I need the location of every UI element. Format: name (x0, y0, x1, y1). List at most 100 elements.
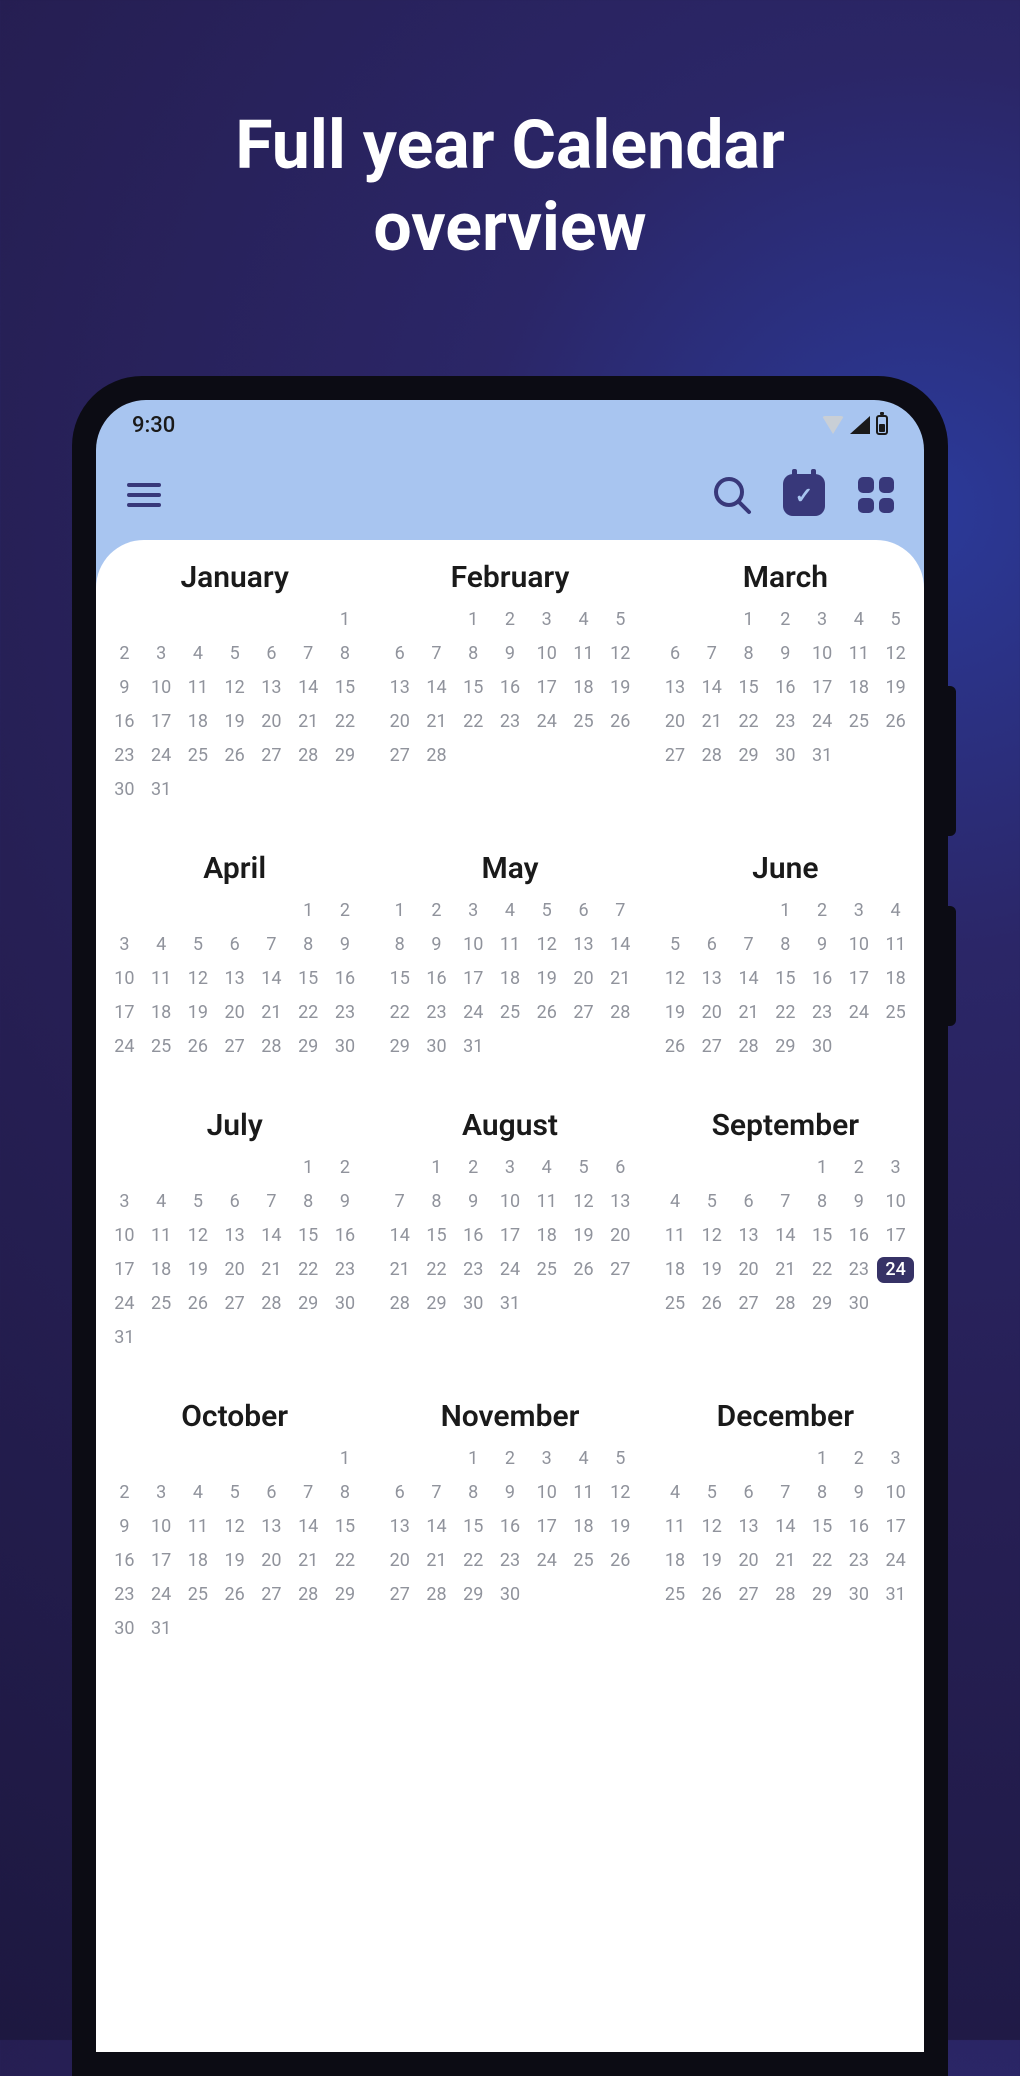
day-cell[interactable]: 23 (840, 1548, 877, 1574)
day-cell[interactable]: 1 (418, 1155, 455, 1181)
day-cell[interactable]: 4 (657, 1480, 694, 1506)
day-cell[interactable]: 26 (565, 1257, 602, 1283)
day-cell[interactable]: 16 (106, 1548, 143, 1574)
day-cell[interactable]: 11 (657, 1514, 694, 1540)
day-cell[interactable]: 16 (327, 966, 364, 992)
day-cell[interactable]: 25 (657, 1291, 694, 1317)
day-cell[interactable]: 3 (840, 898, 877, 924)
day-cell[interactable]: 3 (877, 1446, 914, 1472)
day-cell[interactable]: 5 (657, 932, 694, 958)
day-cell[interactable]: 24 (877, 1548, 914, 1574)
day-cell[interactable]: 10 (143, 1514, 180, 1540)
day-cell[interactable]: 14 (253, 1223, 290, 1249)
day-cell[interactable]: 13 (381, 675, 418, 701)
day-cell[interactable]: 9 (455, 1189, 492, 1215)
day-cell[interactable]: 29 (804, 1582, 841, 1608)
day-cell[interactable]: 11 (180, 1514, 217, 1540)
day-cell[interactable]: 20 (657, 709, 694, 735)
month-september[interactable]: September1234567891011121314151617181920… (657, 1108, 914, 1351)
day-cell[interactable]: 16 (492, 1514, 529, 1540)
day-cell[interactable]: 28 (290, 1582, 327, 1608)
day-cell[interactable]: 10 (804, 641, 841, 667)
day-cell[interactable]: 11 (840, 641, 877, 667)
day-cell[interactable]: 9 (106, 675, 143, 701)
day-cell[interactable]: 7 (602, 898, 639, 924)
day-cell[interactable]: 9 (840, 1480, 877, 1506)
day-cell[interactable]: 28 (253, 1291, 290, 1317)
day-cell[interactable]: 8 (327, 641, 364, 667)
day-cell[interactable]: 11 (143, 966, 180, 992)
day-cell[interactable]: 15 (290, 966, 327, 992)
day-cell[interactable]: 7 (418, 641, 455, 667)
day-cell[interactable]: 28 (290, 743, 327, 769)
day-cell[interactable]: 23 (840, 1257, 877, 1283)
day-cell[interactable]: 19 (657, 1000, 694, 1026)
day-cell[interactable]: 23 (106, 743, 143, 769)
day-cell[interactable]: 13 (657, 675, 694, 701)
day-cell[interactable]: 21 (602, 966, 639, 992)
day-cell[interactable]: 21 (418, 709, 455, 735)
day-cell[interactable]: 28 (602, 1000, 639, 1026)
day-cell[interactable]: 9 (840, 1189, 877, 1215)
day-cell[interactable]: 14 (418, 675, 455, 701)
day-cell[interactable]: 16 (455, 1223, 492, 1249)
day-cell[interactable]: 18 (143, 1000, 180, 1026)
day-cell[interactable]: 18 (565, 1514, 602, 1540)
day-cell[interactable]: 10 (492, 1189, 529, 1215)
day-cell[interactable]: 15 (327, 675, 364, 701)
day-cell[interactable]: 7 (253, 932, 290, 958)
day-cell[interactable]: 3 (528, 607, 565, 633)
day-cell[interactable]: 9 (418, 932, 455, 958)
day-cell[interactable]: 30 (327, 1034, 364, 1060)
day-cell[interactable]: 29 (327, 743, 364, 769)
day-cell[interactable]: 14 (730, 966, 767, 992)
day-cell[interactable]: 7 (693, 641, 730, 667)
day-cell[interactable]: 24 (455, 1000, 492, 1026)
day-cell[interactable]: 22 (290, 1257, 327, 1283)
day-cell[interactable]: 18 (840, 675, 877, 701)
day-cell[interactable]: 5 (602, 1446, 639, 1472)
day-cell[interactable]: 10 (528, 641, 565, 667)
day-cell[interactable]: 2 (767, 607, 804, 633)
day-cell[interactable]: 16 (840, 1223, 877, 1249)
day-cell[interactable]: 31 (877, 1582, 914, 1608)
day-cell[interactable]: 5 (877, 607, 914, 633)
day-cell[interactable]: 17 (877, 1514, 914, 1540)
day-cell[interactable]: 14 (602, 932, 639, 958)
day-cell[interactable]: 4 (528, 1155, 565, 1181)
day-cell[interactable]: 1 (381, 898, 418, 924)
day-cell[interactable]: 14 (767, 1223, 804, 1249)
day-cell[interactable]: 14 (767, 1514, 804, 1540)
day-cell[interactable]: 6 (216, 1189, 253, 1215)
day-cell[interactable]: 12 (602, 641, 639, 667)
month-may[interactable]: May1234567891011121314151617181920212223… (381, 851, 638, 1060)
day-cell[interactable]: 15 (804, 1223, 841, 1249)
day-cell[interactable]: 16 (106, 709, 143, 735)
day-cell[interactable]: 12 (180, 966, 217, 992)
day-cell[interactable]: 2 (327, 898, 364, 924)
day-cell[interactable]: 22 (730, 709, 767, 735)
day-cell[interactable]: 2 (492, 607, 529, 633)
day-cell[interactable]: 19 (180, 1257, 217, 1283)
day-cell[interactable]: 28 (693, 743, 730, 769)
day-cell[interactable]: 23 (492, 1548, 529, 1574)
day-cell[interactable]: 22 (804, 1257, 841, 1283)
day-cell[interactable]: 16 (418, 966, 455, 992)
day-cell[interactable]: 21 (693, 709, 730, 735)
day-cell[interactable]: 26 (528, 1000, 565, 1026)
day-cell[interactable]: 2 (455, 1155, 492, 1181)
day-cell[interactable]: 5 (565, 1155, 602, 1181)
day-cell[interactable]: 29 (767, 1034, 804, 1060)
day-cell[interactable]: 21 (290, 1548, 327, 1574)
day-cell[interactable]: 3 (106, 932, 143, 958)
day-cell[interactable]: 2 (106, 641, 143, 667)
day-cell[interactable]: 23 (327, 1257, 364, 1283)
day-cell[interactable]: 26 (216, 1582, 253, 1608)
day-cell[interactable]: 21 (290, 709, 327, 735)
day-cell[interactable]: 20 (216, 1000, 253, 1026)
day-cell[interactable]: 10 (840, 932, 877, 958)
day-cell[interactable]: 8 (327, 1480, 364, 1506)
day-cell[interactable]: 14 (693, 675, 730, 701)
day-cell[interactable]: 2 (492, 1446, 529, 1472)
day-cell[interactable]: 6 (730, 1189, 767, 1215)
